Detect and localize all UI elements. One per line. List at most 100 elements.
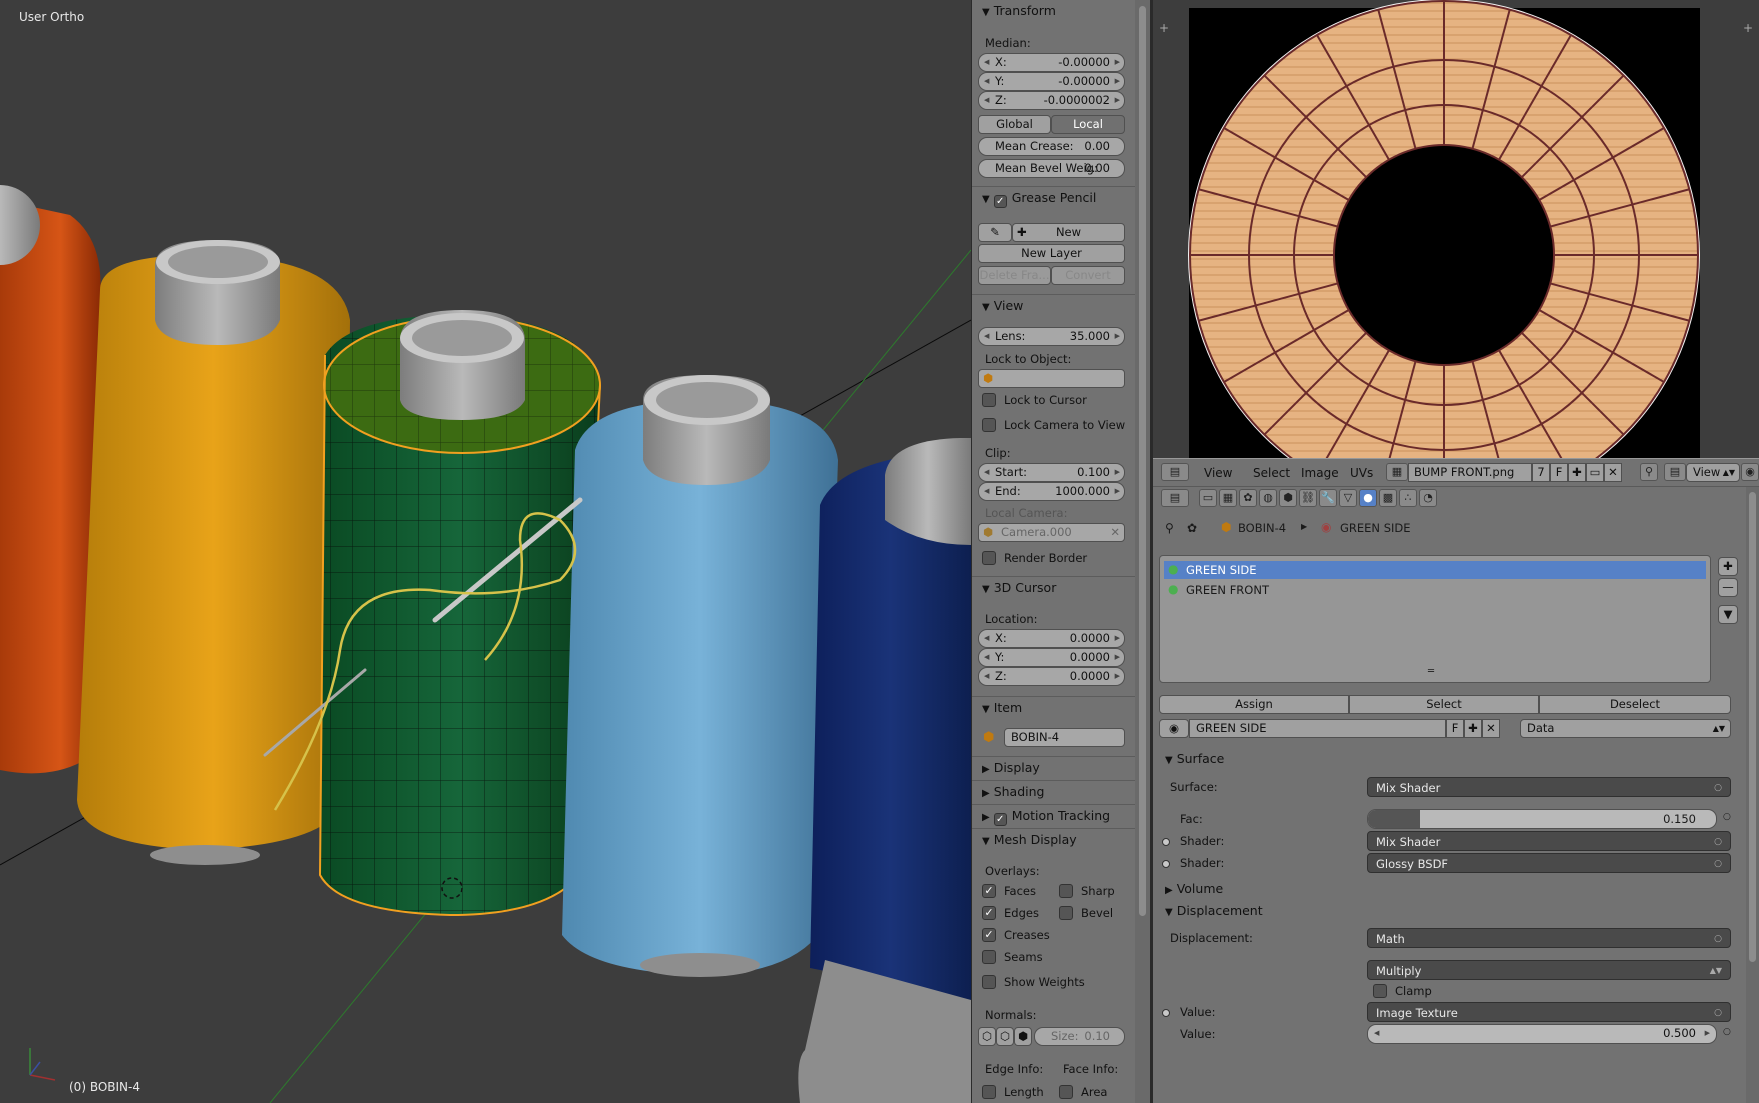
world-tab-icon[interactable]: ◍: [1259, 489, 1277, 507]
face-normal-icon[interactable]: ⬢: [1014, 1027, 1032, 1046]
cursor-z-field[interactable]: ◀ Z: 0.0000 ▶: [978, 667, 1125, 686]
shelf-scrollbar[interactable]: [1135, 0, 1150, 1103]
show-weights-checkbox[interactable]: Show Weights: [982, 975, 1085, 989]
list-item[interactable]: ● GREEN SIDE: [1164, 561, 1706, 579]
pin-icon[interactable]: ⚲: [1640, 463, 1658, 481]
volume-section-header[interactable]: ▶ Volume: [1165, 881, 1223, 896]
link-select[interactable]: Data ▲▼: [1520, 719, 1731, 738]
object-tab-icon[interactable]: ⬢: [1279, 489, 1297, 507]
panel-shading-header[interactable]: ▶ Shading: [972, 780, 1135, 802]
layers-tab-icon[interactable]: ▦: [1219, 489, 1237, 507]
uv-image-editor[interactable]: + +: [1153, 0, 1759, 458]
global-toggle[interactable]: Global: [978, 115, 1051, 134]
panel-mesh-display-header[interactable]: ▼ Mesh Display: [972, 828, 1135, 850]
vertex-normal-icon[interactable]: ⬡: [978, 1027, 996, 1046]
data-tab-icon[interactable]: ▽: [1339, 489, 1357, 507]
panel-view-header[interactable]: ▼ View: [972, 294, 1135, 316]
panel-cursor-header[interactable]: ▼ 3D Cursor: [972, 576, 1135, 598]
unlink-image-icon[interactable]: ✕: [1604, 463, 1622, 482]
length-checkbox[interactable]: Length: [982, 1085, 1044, 1099]
loop-normal-icon[interactable]: ⬡: [996, 1027, 1014, 1046]
editor-type-icon[interactable]: ▤: [1161, 489, 1189, 507]
select-button[interactable]: Select: [1349, 695, 1539, 714]
render-border-checkbox[interactable]: Render Border: [982, 551, 1087, 565]
slot-menu-button[interactable]: ▼: [1718, 605, 1738, 624]
faces-checkbox[interactable]: ✓ Faces: [982, 884, 1036, 898]
render-tab-icon[interactable]: ▭: [1199, 489, 1217, 507]
material-tab-icon[interactable]: ●: [1359, 489, 1377, 507]
constraints-tab-icon[interactable]: ⛓: [1299, 489, 1317, 507]
lens-field[interactable]: ◀ Lens: 35.000 ▶: [978, 327, 1125, 346]
grease-new-button[interactable]: ✚ New: [1012, 223, 1125, 242]
median-x-field[interactable]: ◀ X: -0.00000 ▶: [978, 53, 1125, 72]
value-1-select[interactable]: Image Texture ○: [1367, 1002, 1731, 1022]
mode-icon[interactable]: ▤: [1664, 463, 1686, 481]
resize-handle-icon[interactable]: ═: [1428, 666, 1434, 677]
surface-shader-select[interactable]: Mix Shader ○: [1367, 777, 1731, 797]
panel-grease-header[interactable]: ▼ ✓ Grease Pencil: [972, 186, 1135, 208]
node-link-icon[interactable]: ○: [1723, 812, 1731, 822]
assign-button[interactable]: Assign: [1159, 695, 1349, 714]
clip-start-field[interactable]: ◀ Start: 0.100 ▶: [978, 463, 1125, 482]
displacement-node-select[interactable]: Math ○: [1367, 928, 1731, 948]
material-name-field[interactable]: GREEN SIDE: [1189, 719, 1446, 738]
convert-button[interactable]: Convert: [1051, 266, 1125, 285]
checkbox-checked-icon[interactable]: ✓: [993, 813, 1007, 826]
fake-user-button[interactable]: F: [1446, 719, 1464, 738]
editor-type-icon[interactable]: ▤: [1161, 463, 1189, 481]
mean-bevel-field[interactable]: Mean Bevel Weig: 0.00: [978, 159, 1125, 178]
clamp-checkbox[interactable]: Clamp: [1373, 984, 1432, 998]
lock-cursor-checkbox[interactable]: Lock to Cursor: [982, 393, 1087, 407]
open-image-icon[interactable]: ▭: [1586, 463, 1604, 482]
panel-item-header[interactable]: ▼ Item: [972, 696, 1135, 718]
texture-tab-icon[interactable]: ▩: [1379, 489, 1397, 507]
scrollbar-thumb[interactable]: [1749, 492, 1756, 962]
modifiers-tab-icon[interactable]: 🔧: [1319, 489, 1337, 507]
deselect-button[interactable]: Deselect: [1539, 695, 1731, 714]
shader-socket-icon[interactable]: [1162, 838, 1170, 846]
remove-slot-button[interactable]: —: [1718, 578, 1738, 597]
object-name-field[interactable]: BOBIN-4: [1004, 728, 1125, 747]
normal-size-field[interactable]: Size: 0.10: [1034, 1027, 1125, 1046]
menu-select[interactable]: Select: [1253, 466, 1290, 480]
math-operation-select[interactable]: Multiply ▲▼: [1367, 960, 1731, 980]
seams-checkbox[interactable]: Seams: [982, 950, 1043, 964]
fac-slider[interactable]: 0.150: [1367, 809, 1717, 829]
shader-2-select[interactable]: Glossy BSDF ○: [1367, 853, 1731, 873]
close-icon[interactable]: ✕: [1110, 524, 1120, 541]
edges-checkbox[interactable]: ✓ Edges: [982, 906, 1039, 920]
cursor-y-field[interactable]: ◀ Y: 0.0000 ▶: [978, 648, 1125, 667]
image-users-count[interactable]: 7: [1532, 463, 1550, 482]
pencil-icon[interactable]: ✎: [978, 223, 1012, 242]
fake-user-button[interactable]: F: [1550, 463, 1568, 482]
shader-1-select[interactable]: Mix Shader ○: [1367, 831, 1731, 851]
image-browse-icon[interactable]: ▦: [1386, 463, 1408, 481]
delete-frame-button[interactable]: Delete Fra...: [978, 266, 1051, 285]
material-slot-list[interactable]: ● GREEN SIDE ● GREEN FRONT ═: [1159, 555, 1711, 683]
creases-checkbox[interactable]: ✓ Creases: [982, 928, 1050, 942]
new-image-icon[interactable]: ✚: [1568, 463, 1586, 482]
list-item[interactable]: ● GREEN FRONT: [1164, 581, 1706, 599]
displacement-section-header[interactable]: ▼ Displacement: [1165, 903, 1263, 918]
new-layer-button[interactable]: New Layer: [978, 244, 1125, 263]
checkbox-checked-icon[interactable]: ✓: [993, 195, 1007, 208]
menu-view[interactable]: View: [1204, 466, 1232, 480]
panel-transform-header[interactable]: ▼ Transform: [972, 0, 1135, 22]
panel-display-header[interactable]: ▶ Display: [972, 756, 1135, 778]
lock-camera-checkbox[interactable]: Lock Camera to View: [982, 418, 1125, 432]
pin-icon[interactable]: ⚲: [1165, 521, 1174, 535]
scene-tab-icon[interactable]: ✿: [1239, 489, 1257, 507]
sharp-checkbox[interactable]: Sharp: [1059, 884, 1115, 898]
panel-motion-header[interactable]: ▶ ✓ Motion Tracking: [972, 804, 1135, 826]
cursor-x-field[interactable]: ◀ X: 0.0000 ▶: [978, 629, 1125, 648]
lock-object-field[interactable]: ⬢: [978, 369, 1125, 388]
unlink-material-icon[interactable]: ✕: [1482, 719, 1500, 738]
mean-crease-field[interactable]: Mean Crease: 0.00: [978, 137, 1125, 156]
scrollbar-thumb[interactable]: [1139, 6, 1146, 916]
add-slot-button[interactable]: ✚: [1718, 557, 1738, 576]
shader-socket-icon[interactable]: [1162, 860, 1170, 868]
menu-image[interactable]: Image: [1301, 466, 1339, 480]
local-toggle[interactable]: Local: [1051, 115, 1125, 134]
median-z-field[interactable]: ◀ Z: -0.0000002 ▶: [978, 91, 1125, 110]
properties-scrollbar[interactable]: [1746, 487, 1759, 1103]
